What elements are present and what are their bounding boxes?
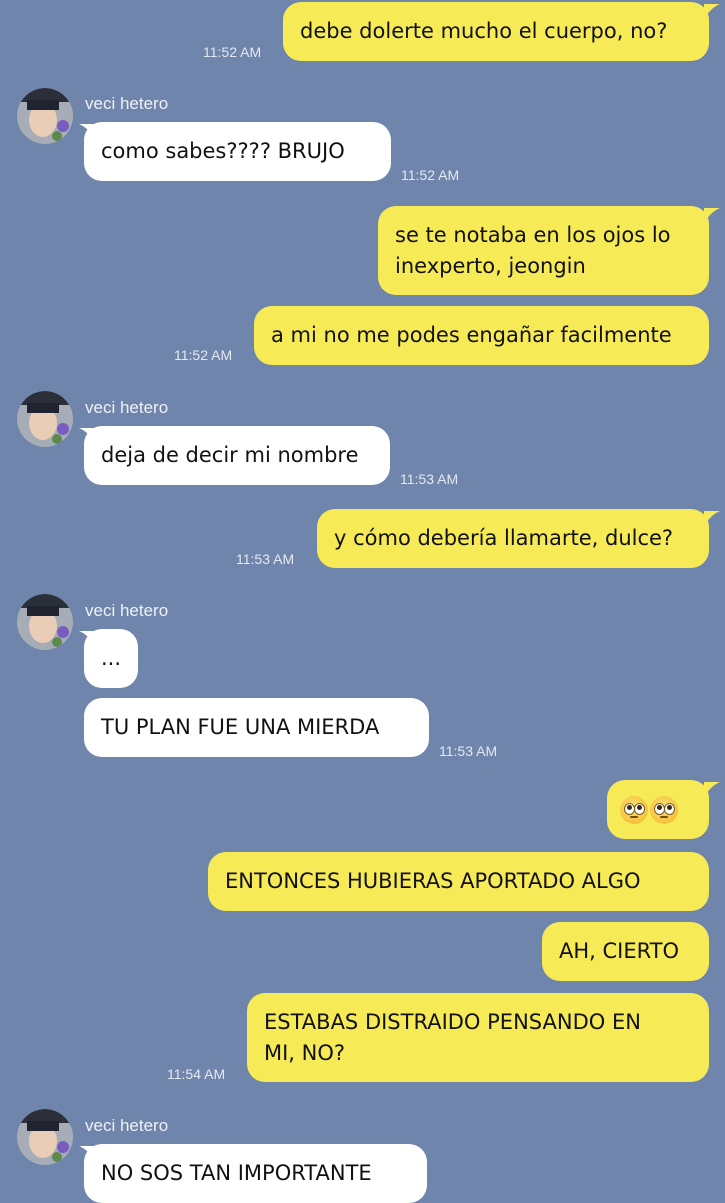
contact-avatar[interactable] — [17, 391, 73, 447]
bubble-tail — [79, 1146, 95, 1162]
avatar-image — [17, 391, 73, 447]
message-text: ENTONCES HUBIERAS APORTADO ALGO — [225, 869, 641, 893]
outgoing-message-bubble[interactable]: ESTABAS DISTRAIDO PENSANDO EN MI, NO? — [247, 993, 709, 1082]
outgoing-message-bubble[interactable]: y cómo debería llamarte, dulce? — [317, 509, 709, 568]
message-text: debe dolerte mucho el cuerpo, no? — [300, 19, 668, 43]
incoming-message-bubble[interactable]: NO SOS TAN IMPORTANTE — [84, 1144, 427, 1203]
bubble-tail — [79, 631, 95, 647]
message-timestamp: 11:53 AM — [236, 551, 295, 567]
message-text-line: MI, NO? — [264, 1041, 346, 1065]
outgoing-message-bubble[interactable]: a mi no me podes engañar facilmente — [254, 306, 709, 365]
avatar-image — [17, 594, 73, 650]
outgoing-message-bubble[interactable]: ENTONCES HUBIERAS APORTADO ALGO — [208, 852, 709, 911]
message-timestamp: 11:52 AM — [203, 44, 262, 60]
message-timestamp: 11:53 AM — [439, 743, 498, 759]
avatar-image — [17, 1109, 73, 1165]
bubble-tail — [704, 4, 720, 20]
sender-name: veci hetero — [85, 94, 169, 113]
message-text: NO SOS TAN IMPORTANTE — [101, 1161, 372, 1185]
bubble-tail — [79, 124, 95, 140]
outgoing-message-bubble[interactable]: AH, CIERTO — [542, 922, 709, 981]
incoming-message-bubble[interactable]: como sabes???? BRUJO — [84, 122, 391, 181]
message-text: y cómo debería llamarte, dulce? — [334, 526, 674, 550]
rolling-eyes-emoji-icon — [650, 796, 678, 824]
message-timestamp: 11:53 AM — [400, 471, 459, 487]
message-timestamp: 11:54 AM — [167, 1066, 226, 1082]
message-timestamp: 11:52 AM — [401, 167, 460, 183]
sender-name: veci hetero — [85, 1116, 169, 1135]
rolling-eyes-emoji-icon — [620, 796, 648, 824]
avatar-image — [17, 88, 73, 144]
contact-avatar[interactable] — [17, 594, 73, 650]
bubble-tail — [79, 428, 95, 444]
message-text: AH, CIERTO — [559, 939, 680, 963]
message-text: TU PLAN FUE UNA MIERDA — [101, 715, 380, 739]
sender-name: veci hetero — [85, 398, 169, 417]
bubble-tail — [704, 782, 720, 798]
incoming-message-bubble[interactable]: deja de decir mi nombre — [84, 426, 390, 485]
incoming-message-bubble[interactable]: TU PLAN FUE UNA MIERDA — [84, 698, 429, 757]
message-text-line: se te notaba en los ojos lo — [395, 223, 671, 247]
outgoing-message-bubble[interactable]: se te notaba en los ojos lo inexperto, j… — [378, 206, 709, 295]
message-text-line: ESTABAS DISTRAIDO PENSANDO EN — [264, 1010, 641, 1034]
sender-name: veci hetero — [85, 601, 169, 620]
message-text-line: inexperto, jeongin — [395, 254, 586, 278]
outgoing-message-bubble[interactable]: debe dolerte mucho el cuerpo, no? — [283, 2, 709, 61]
message-text: a mi no me podes engañar facilmente — [271, 323, 672, 347]
contact-avatar[interactable] — [17, 1109, 73, 1165]
message-text: como sabes???? BRUJO — [101, 139, 345, 163]
bubble-tail — [704, 511, 720, 527]
contact-avatar[interactable] — [17, 88, 73, 144]
message-text: deja de decir mi nombre — [101, 443, 359, 467]
bubble-tail — [704, 208, 720, 224]
outgoing-emoji-bubble[interactable] — [607, 780, 709, 839]
message-text: ... — [101, 646, 122, 670]
message-timestamp: 11:52 AM — [174, 347, 233, 363]
